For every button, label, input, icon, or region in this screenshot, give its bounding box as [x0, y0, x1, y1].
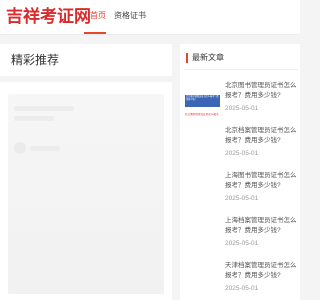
featured-placeholder	[8, 94, 164, 294]
article-item[interactable]: 上海图书管理员证书怎么报考？费用多少钱? 2025-05-01	[225, 171, 297, 203]
article-date: 2025-05-01	[225, 285, 259, 292]
nav-certificates-link[interactable]: 资格证书	[114, 10, 146, 22]
article-title[interactable]: 北京图书管理员证书怎么报考？费用多少钱?	[225, 81, 297, 101]
sidebar-title: 最新文章	[186, 53, 224, 63]
article-title[interactable]: 北京档案管理员证书怎么报考？费用多少钱?	[225, 126, 297, 146]
article-thumbnail[interactable]: 北京图书管理员证书怎么报考? 费用多少钱? 北京图书管理员证书怎么报考	[185, 93, 220, 126]
top-header: 吉祥考证网 首页 资格证书	[0, 0, 300, 35]
article-title[interactable]: 天津档案管理员证书怎么报考？费用多少钱?	[225, 261, 297, 281]
featured-title: 精彩推荐	[11, 53, 60, 67]
article-item[interactable]: 北京档案管理员证书怎么报考？费用多少钱? 2025-05-01	[225, 126, 297, 158]
article-item[interactable]: 北京图书管理员证书怎么报考？费用多少钱? 2025-05-01	[225, 81, 297, 113]
article-item[interactable]: 天津档案管理员证书怎么报考？费用多少钱? 2025-05-01	[225, 261, 297, 293]
placeholder-line	[14, 116, 54, 121]
featured-content	[0, 82, 172, 300]
site-logo[interactable]: 吉祥考证网	[6, 6, 91, 28]
article-date: 2025-05-01	[225, 150, 259, 157]
article-item[interactable]: 上海档案管理员证书怎么报考？费用多少钱? 2025-05-01	[225, 216, 297, 248]
placeholder-line	[14, 106, 74, 111]
article-date: 2025-05-01	[225, 195, 259, 202]
nav-home-link[interactable]: 首页	[90, 10, 106, 22]
featured-header: 精彩推荐	[0, 44, 172, 76]
placeholder-line	[30, 146, 60, 151]
placeholder-dot	[14, 142, 26, 154]
sidebar-divider	[184, 69, 298, 70]
article-date: 2025-05-01	[225, 105, 259, 112]
article-title[interactable]: 上海图书管理员证书怎么报考？费用多少钱?	[225, 171, 297, 191]
thumbnail-banner: 北京图书管理员证书怎么报考? 费用多少钱?	[185, 95, 220, 107]
thumbnail-caption: 北京图书管理员证书怎么报考	[185, 113, 219, 116]
latest-articles-sidebar: 最新文章 北京图书管理员证书怎么报考? 费用多少钱? 北京图书管理员证书怎么报考…	[180, 44, 300, 300]
article-date: 2025-05-01	[225, 240, 259, 247]
article-title[interactable]: 上海档案管理员证书怎么报考？费用多少钱?	[225, 216, 297, 236]
nav-active-indicator	[84, 32, 106, 34]
